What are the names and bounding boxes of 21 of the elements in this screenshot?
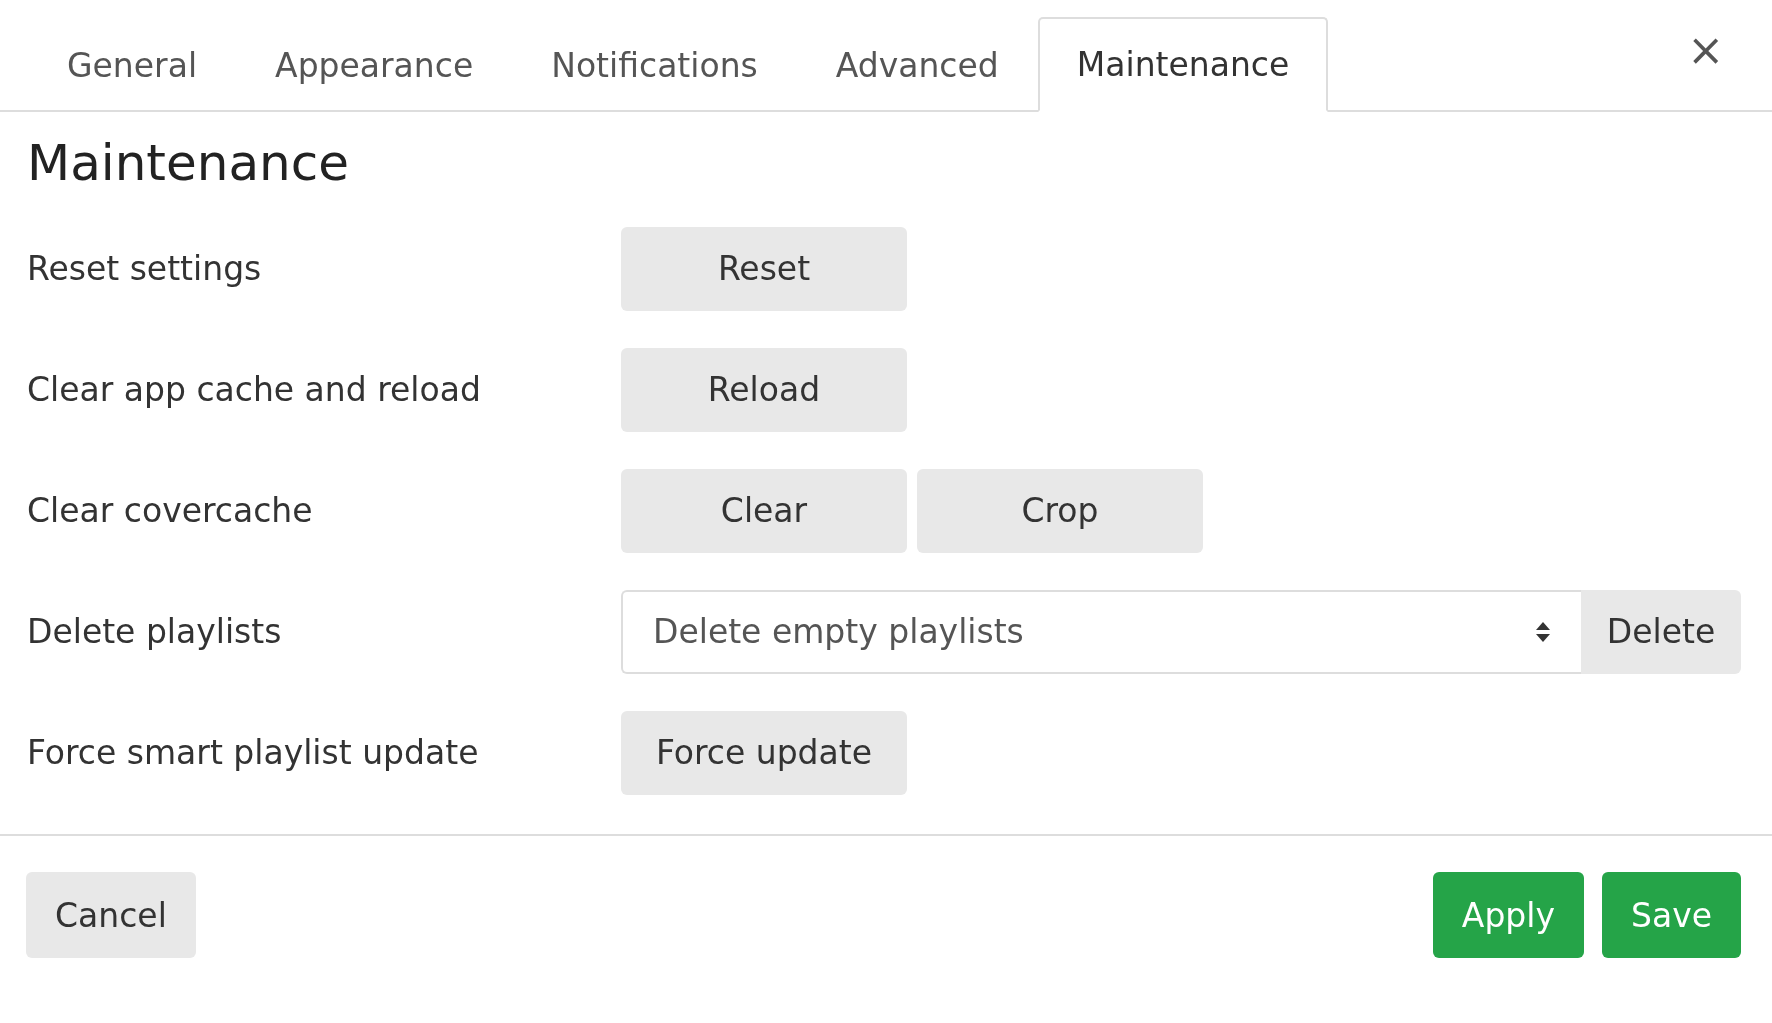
action-button[interactable]: Clear	[621, 468, 907, 553]
action-button[interactable]: Reload	[621, 347, 907, 432]
setting-label: Clear app cache and reload	[27, 370, 482, 409]
tab[interactable]: Advanced	[796, 17, 1038, 112]
action-button[interactable]: Reset	[621, 226, 907, 311]
sort-caret-icon	[1535, 620, 1551, 643]
tab[interactable]: Appearance	[236, 17, 513, 112]
setting-label: Reset settings	[27, 249, 263, 288]
close-button[interactable]: ×	[1679, 28, 1732, 72]
tab[interactable]: Maintenance	[1037, 17, 1329, 112]
setting-label: Clear covercache	[27, 491, 314, 530]
section-heading: Maintenance	[27, 134, 350, 192]
action-button[interactable]: Crop	[917, 468, 1203, 553]
setting-label: Delete playlists	[27, 612, 283, 651]
action-button[interactable]: Force update	[621, 710, 907, 795]
setting-label: Force smart playlist update	[27, 733, 480, 772]
playlist-select[interactable]: Delete empty playlists	[621, 589, 1581, 674]
cancel-button[interactable]: Cancel	[26, 872, 196, 958]
tab[interactable]: General	[28, 17, 237, 112]
tab[interactable]: Notifications	[512, 17, 797, 112]
delete-button[interactable]: Delete	[1581, 589, 1741, 674]
